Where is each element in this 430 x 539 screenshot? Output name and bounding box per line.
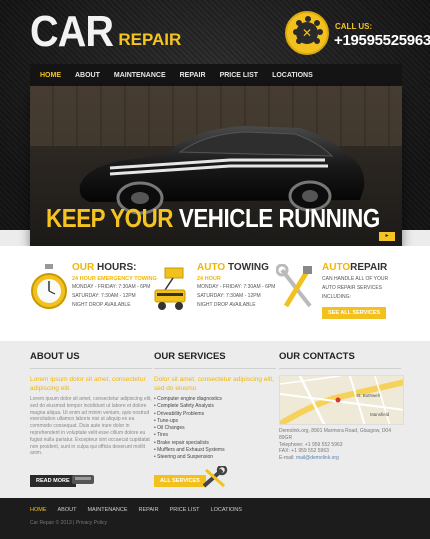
about-lead: Lorem ipsum dolor sit amet, consectetur … (30, 376, 146, 392)
feature-repair-line: AUTO REPAIR SERVICES (322, 285, 383, 291)
footer-nav-locations[interactable]: Locations (211, 507, 242, 513)
list-item[interactable]: • Tires (154, 432, 276, 439)
car-image (79, 126, 365, 215)
all-services-button[interactable]: ALL SERVICES (154, 475, 206, 487)
nav-item-price-list[interactable]: Price List (220, 72, 259, 79)
feature-hours-subtitle: 24 HOUR EMERGENCY TOWING (72, 276, 157, 282)
site-footer: Home About Maintenance Repair Price List… (0, 498, 430, 539)
feature-hours-line: MONDAY - FRIDAY: 7:30AM - 6PM (72, 284, 151, 290)
feature-towing-subtitle: 24 HOUR (197, 276, 221, 282)
tools-icon (276, 264, 312, 308)
feature-repair-line: CAN HANDLE ALL OF YOUR (322, 276, 389, 282)
footer-nav-home[interactable]: Home (30, 507, 47, 513)
about-title: ABOUT US (30, 351, 152, 369)
contacts-title: OUR CONTACTS (279, 351, 401, 369)
feature-towing-line: MONDAY - FRIDAY: 7:30AM - 6PM (197, 284, 276, 290)
phone-number[interactable]: +19595525963 (334, 32, 430, 49)
nav-item-about[interactable]: About (75, 72, 100, 79)
features-strip: OUR HOURS: 24 HOUR EMERGENCY TOWING MOND… (0, 246, 430, 341)
footer-nav-about[interactable]: About (58, 507, 77, 513)
feature-hours: OUR HOURS: 24 HOUR EMERGENCY TOWING MOND… (72, 262, 157, 309)
list-item[interactable]: • Complete Safety Analysis (154, 403, 276, 410)
services-title: OUR SERVICES (154, 351, 276, 369)
feature-towing-line: SATURDAY: 7:30AM - 12PM (197, 293, 261, 299)
feature-towing: AUTO TOWING 24 HOUR MONDAY - FRIDAY: 7:3… (197, 262, 275, 309)
feature-hours-line: NIGHT DROP AVAILABLE (72, 302, 131, 308)
about-column: ABOUT US Lorem ipsum dolor sit amet, con… (30, 351, 152, 457)
feature-hours-line: SATURDAY: 7:30AM - 12PM (72, 293, 136, 299)
hero-slider: KEEP YOUR VEHICLE RUNNING ▸ (30, 86, 402, 246)
contact-info: Demolink.org, 8901 Marmora Road, Glasgow… (279, 428, 404, 462)
rotary-phone-icon: ✕ (285, 11, 329, 55)
tow-truck-icon (154, 267, 186, 310)
read-more-button[interactable]: READ MORE (30, 475, 76, 487)
contact-phone: Telephone: +1 959 552 5963 (279, 441, 343, 448)
footer-nav-price-list[interactable]: Price List (170, 507, 200, 513)
feature-repair-title: AUTOREPAIR (322, 262, 388, 273)
services-column: OUR SERVICES Dolor sit amet, consectetur… (154, 351, 276, 462)
feature-towing-title: AUTO TOWING (197, 262, 269, 273)
nav-item-maintenance[interactable]: Maintenance (114, 72, 166, 79)
about-text: Lorem ipsum dolor sit amet, consectetur … (30, 396, 152, 457)
hero-headline: KEEP YOUR VEHICLE RUNNING (46, 203, 380, 234)
list-item[interactable]: • Mufflers and Exhaust Systems (154, 447, 276, 454)
nav-item-locations[interactable]: Locations (272, 72, 313, 79)
site-logo[interactable]: CAR REPAIR (30, 10, 181, 54)
map-street-label: St. Bothwell (356, 393, 380, 398)
list-item[interactable]: • Steering and Suspension (154, 454, 276, 461)
contacts-column: OUR CONTACTS (279, 351, 401, 369)
logo-sub-text: REPAIR (118, 30, 182, 49)
services-list: • Computer engine diagnostics • Complete… (154, 396, 276, 462)
nav-item-repair[interactable]: Repair (180, 72, 206, 79)
contact-address: Demolink.org, 8901 Marmora Road, Glasgow… (279, 428, 391, 441)
slider-next-arrow-icon[interactable]: ▸ (379, 232, 395, 241)
list-item[interactable]: • Computer engine diagnostics (154, 396, 276, 403)
see-all-services-button[interactable]: SEE ALL SERVICES (322, 307, 387, 319)
feature-repair: AUTOREPAIR CAN HANDLE ALL OF YOUR AUTO R… (322, 262, 388, 319)
stopwatch-icon (31, 264, 67, 309)
list-item[interactable]: • Oil Changes (154, 425, 276, 432)
copyright-text: Car Repair © 2013 | Privacy Policy (30, 520, 107, 526)
list-item[interactable]: • Brake repair specialists (154, 440, 276, 447)
location-map[interactable]: St. Bothwell Mansfield (279, 375, 404, 425)
wrench-icon (202, 466, 228, 488)
footer-nav: Home About Maintenance Repair Price List… (30, 507, 253, 513)
map-street-label: Mansfield (370, 412, 390, 417)
contact-fax: FAX: +1 959 552 5963 (279, 448, 329, 455)
call-us-label: CALL US: (335, 22, 373, 31)
headline-accent: KEEP YOUR (46, 203, 174, 233)
list-item[interactable]: • Driveability Problems (154, 411, 276, 418)
car-parts-icon (72, 475, 94, 484)
footer-nav-maintenance[interactable]: Maintenance (87, 507, 127, 513)
headline-rest: VEHICLE RUNNING (178, 203, 380, 233)
feature-repair-line: INCLUDING: (322, 294, 351, 300)
footer-nav-repair[interactable]: Repair (138, 507, 158, 513)
feature-towing-line: NIGHT DROP AVAILABLE (197, 302, 256, 308)
services-lead: Dolor sit amet, consectetur adipiscing e… (154, 376, 274, 392)
email-link[interactable]: mail@demolink.org (296, 455, 339, 461)
list-item[interactable]: • Tune-ups (154, 418, 276, 425)
map-graphic (280, 376, 403, 424)
nav-item-home[interactable]: Home (40, 72, 61, 79)
contact-email: E-mail: mail@demolink.org (279, 455, 339, 462)
main-nav: Home About Maintenance Repair Price List… (30, 64, 402, 86)
logo-main-text: CAR (30, 7, 114, 56)
feature-hours-title: OUR HOURS: (72, 262, 137, 273)
